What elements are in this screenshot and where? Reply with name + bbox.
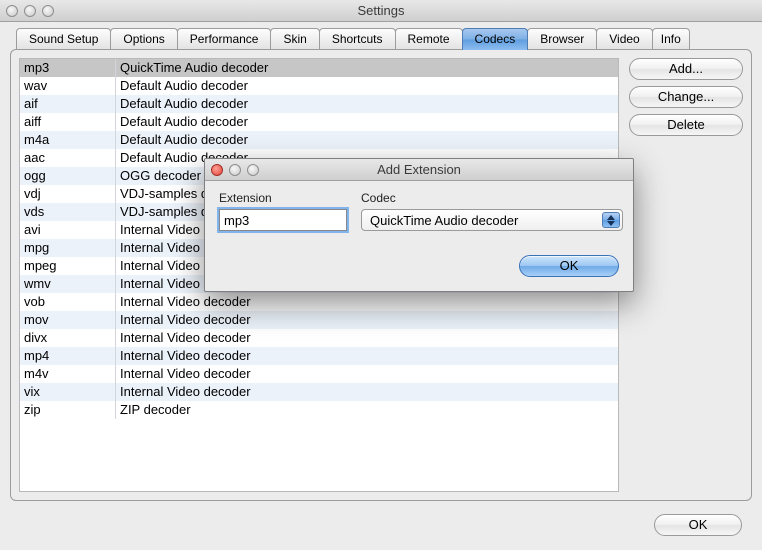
extension-cell: mov bbox=[20, 311, 116, 329]
table-row[interactable]: wavDefault Audio decoder bbox=[20, 77, 618, 95]
decoder-cell: QuickTime Audio decoder bbox=[116, 59, 618, 77]
table-row[interactable]: m4vInternal Video decoder bbox=[20, 365, 618, 383]
tab-label: Codecs bbox=[475, 32, 516, 46]
tab-video[interactable]: Video bbox=[596, 28, 652, 50]
tab-options[interactable]: Options bbox=[110, 28, 177, 50]
tab-info[interactable]: Info bbox=[652, 28, 690, 50]
tab-label: Skin bbox=[283, 32, 306, 46]
decoder-cell: Default Audio decoder bbox=[116, 77, 618, 95]
extension-cell: vob bbox=[20, 293, 116, 311]
table-row[interactable]: zipZIP decoder bbox=[20, 401, 618, 419]
close-icon[interactable] bbox=[211, 164, 223, 176]
close-icon[interactable] bbox=[6, 5, 18, 17]
decoder-cell: Internal Video decoder bbox=[116, 329, 618, 347]
tab-sound-setup[interactable]: Sound Setup bbox=[16, 28, 111, 50]
change-button[interactable]: Change... bbox=[629, 86, 743, 108]
extension-cell: mpeg bbox=[20, 257, 116, 275]
tab-label: Video bbox=[609, 32, 639, 46]
decoder-cell: Default Audio decoder bbox=[116, 113, 618, 131]
footer: OK bbox=[654, 514, 742, 536]
dialog-titlebar: Add Extension bbox=[205, 159, 633, 181]
extension-input[interactable] bbox=[219, 209, 347, 231]
extension-cell: aiff bbox=[20, 113, 116, 131]
extension-cell: m4v bbox=[20, 365, 116, 383]
extension-cell: mp3 bbox=[20, 59, 116, 77]
table-row[interactable]: aiffDefault Audio decoder bbox=[20, 113, 618, 131]
dialog-title: Add Extension bbox=[205, 162, 633, 177]
extension-cell: avi bbox=[20, 221, 116, 239]
add-extension-dialog: Add Extension Extension Codec QuickTime … bbox=[204, 158, 634, 292]
tab-label: Shortcuts bbox=[332, 32, 383, 46]
tab-label: Sound Setup bbox=[29, 32, 98, 46]
zoom-icon bbox=[247, 164, 259, 176]
chevron-up-down-icon bbox=[602, 212, 620, 228]
zoom-icon[interactable] bbox=[42, 5, 54, 17]
tab-skin[interactable]: Skin bbox=[270, 28, 319, 50]
tab-performance[interactable]: Performance bbox=[177, 28, 272, 50]
tab-browser[interactable]: Browser bbox=[527, 28, 597, 50]
decoder-cell: Internal Video decoder bbox=[116, 347, 618, 365]
tab-label: Remote bbox=[408, 32, 450, 46]
decoder-cell: Default Audio decoder bbox=[116, 131, 618, 149]
table-row[interactable]: movInternal Video decoder bbox=[20, 311, 618, 329]
extension-cell: divx bbox=[20, 329, 116, 347]
decoder-cell: Default Audio decoder bbox=[116, 95, 618, 113]
table-row[interactable]: vobInternal Video decoder bbox=[20, 293, 618, 311]
codec-select-value: QuickTime Audio decoder bbox=[370, 213, 518, 228]
table-row[interactable]: mp4Internal Video decoder bbox=[20, 347, 618, 365]
tab-label: Browser bbox=[540, 32, 584, 46]
extension-cell: m4a bbox=[20, 131, 116, 149]
tab-shortcuts[interactable]: Shortcuts bbox=[319, 28, 396, 50]
add-button[interactable]: Add... bbox=[629, 58, 743, 80]
extension-cell: aac bbox=[20, 149, 116, 167]
extension-cell: mpg bbox=[20, 239, 116, 257]
delete-button[interactable]: Delete bbox=[629, 114, 743, 136]
side-buttons: Add... Change... Delete bbox=[629, 58, 743, 492]
extension-cell: vix bbox=[20, 383, 116, 401]
codec-label: Codec bbox=[361, 191, 623, 205]
extension-cell: mp4 bbox=[20, 347, 116, 365]
decoder-cell: Internal Video decoder bbox=[116, 365, 618, 383]
table-row[interactable]: divxInternal Video decoder bbox=[20, 329, 618, 347]
tab-codecs[interactable]: Codecs bbox=[462, 28, 529, 50]
ok-button[interactable]: OK bbox=[654, 514, 742, 536]
extension-cell: vdj bbox=[20, 185, 116, 203]
decoder-cell: Internal Video decoder bbox=[116, 293, 618, 311]
extension-cell: aif bbox=[20, 95, 116, 113]
tab-label: Info bbox=[661, 32, 681, 46]
window-title: Settings bbox=[0, 3, 762, 18]
tab-remote[interactable]: Remote bbox=[395, 28, 463, 50]
window-titlebar: Settings bbox=[0, 0, 762, 22]
tabbar: Sound Setup Options Performance Skin Shortcu… bbox=[16, 28, 746, 50]
table-row[interactable]: aifDefault Audio decoder bbox=[20, 95, 618, 113]
extension-cell: vds bbox=[20, 203, 116, 221]
codec-select[interactable]: QuickTime Audio decoder bbox=[361, 209, 623, 231]
tab-label: Options bbox=[123, 32, 164, 46]
decoder-cell: Internal Video decoder bbox=[116, 311, 618, 329]
extension-cell: zip bbox=[20, 401, 116, 419]
decoder-cell: Internal Video decoder bbox=[116, 383, 618, 401]
tab-label: Performance bbox=[190, 32, 259, 46]
extension-cell: wav bbox=[20, 77, 116, 95]
decoder-cell: ZIP decoder bbox=[116, 401, 618, 419]
extension-label: Extension bbox=[219, 191, 347, 205]
extension-cell: wmv bbox=[20, 275, 116, 293]
minimize-icon[interactable] bbox=[24, 5, 36, 17]
extension-cell: ogg bbox=[20, 167, 116, 185]
minimize-icon bbox=[229, 164, 241, 176]
table-row[interactable]: mp3QuickTime Audio decoder bbox=[20, 59, 618, 77]
table-row[interactable]: vixInternal Video decoder bbox=[20, 383, 618, 401]
table-row[interactable]: m4aDefault Audio decoder bbox=[20, 131, 618, 149]
dialog-ok-button[interactable]: OK bbox=[519, 255, 619, 277]
